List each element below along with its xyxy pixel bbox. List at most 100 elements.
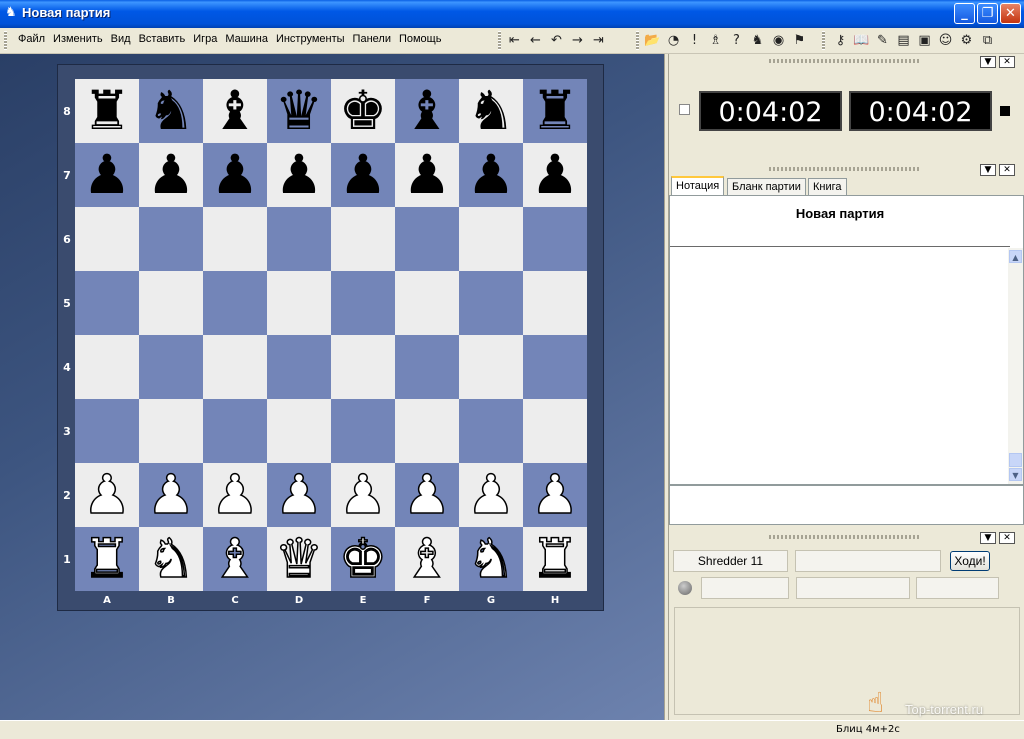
board-square-f5[interactable] bbox=[395, 271, 459, 335]
board-square-f6[interactable] bbox=[395, 207, 459, 271]
move-now-button[interactable]: Ходи! bbox=[950, 551, 990, 571]
toolbar-button-icon[interactable]: ◔ bbox=[663, 31, 684, 50]
toolbar-button-icon[interactable]: → bbox=[567, 31, 588, 50]
board-square-b6[interactable] bbox=[139, 207, 203, 271]
menu-item[interactable]: Помощь bbox=[395, 33, 446, 45]
board-square-f4[interactable] bbox=[395, 335, 459, 399]
board-square-e3[interactable] bbox=[331, 399, 395, 463]
board-square-b3[interactable] bbox=[139, 399, 203, 463]
chess-piece[interactable]: ♛ bbox=[267, 526, 331, 591]
panel-close-button[interactable]: ✕ bbox=[999, 56, 1015, 68]
toolbar-button-icon[interactable]: ♞ bbox=[747, 31, 768, 50]
chess-piece[interactable]: ♟ bbox=[459, 462, 523, 527]
chess-piece[interactable]: ♞ bbox=[459, 526, 523, 591]
close-button[interactable]: ✕ bbox=[1000, 3, 1021, 24]
scroll-thumb[interactable] bbox=[1009, 453, 1022, 467]
tab-notation[interactable]: Нотация bbox=[671, 176, 725, 195]
toolbar-button-icon[interactable]: ⚙ bbox=[956, 31, 977, 50]
panel-grip[interactable] bbox=[769, 167, 919, 171]
board-square-b5[interactable] bbox=[139, 271, 203, 335]
scroll-up-icon[interactable]: ▲ bbox=[1009, 250, 1022, 263]
chess-piece[interactable]: ♟ bbox=[331, 462, 395, 527]
menu-item[interactable]: Инструменты bbox=[272, 33, 349, 45]
chess-piece[interactable]: ♚ bbox=[331, 79, 395, 143]
chess-piece[interactable]: ♞ bbox=[139, 79, 203, 143]
board-square-h6[interactable] bbox=[523, 207, 587, 271]
toolbar-button-icon[interactable]: ← bbox=[525, 31, 546, 50]
board-square-g4[interactable] bbox=[459, 335, 523, 399]
panel-close-button[interactable]: ✕ bbox=[999, 532, 1015, 544]
toolbar-button-icon[interactable]: ! bbox=[684, 31, 705, 50]
toolbar-grip[interactable] bbox=[822, 31, 825, 50]
menu-item[interactable]: Файл bbox=[14, 33, 49, 45]
chess-piece[interactable]: ♟ bbox=[139, 462, 203, 527]
board-square-c3[interactable] bbox=[203, 399, 267, 463]
toolbar-grip[interactable] bbox=[4, 31, 7, 50]
chess-piece[interactable]: ♝ bbox=[395, 79, 459, 143]
chess-piece[interactable]: ♟ bbox=[395, 143, 459, 207]
tab-game-form[interactable]: Бланк партии bbox=[727, 178, 806, 195]
notation-scrollbar[interactable]: ▲ ▼ bbox=[1008, 248, 1023, 484]
toolbar-button-icon[interactable]: ▤ bbox=[893, 31, 914, 50]
board-square-f3[interactable] bbox=[395, 399, 459, 463]
panel-grip[interactable] bbox=[769, 535, 919, 539]
board-square-c6[interactable] bbox=[203, 207, 267, 271]
notation-pane[interactable]: Новая партия ▲ ▼ bbox=[669, 195, 1024, 485]
comment-field[interactable] bbox=[669, 485, 1024, 525]
chess-piece[interactable]: ♟ bbox=[203, 143, 267, 207]
board-square-g3[interactable] bbox=[459, 399, 523, 463]
minimize-button[interactable]: _ bbox=[954, 3, 975, 24]
chess-piece[interactable]: ♟ bbox=[267, 143, 331, 207]
panel-dropdown-button[interactable]: ▼ bbox=[980, 56, 996, 68]
toolbar-button-icon[interactable]: ✎ bbox=[872, 31, 893, 50]
panel-dropdown-button[interactable]: ▼ bbox=[980, 164, 996, 176]
board-square-d3[interactable] bbox=[267, 399, 331, 463]
board-square-d4[interactable] bbox=[267, 335, 331, 399]
menu-item[interactable]: Панели bbox=[349, 33, 395, 45]
board-square-a6[interactable] bbox=[75, 207, 139, 271]
board-square-d5[interactable] bbox=[267, 271, 331, 335]
toolbar-button-icon[interactable]: ↶ bbox=[546, 31, 567, 50]
board-square-b4[interactable] bbox=[139, 335, 203, 399]
board-square-a3[interactable] bbox=[75, 399, 139, 463]
menu-item[interactable]: Изменить bbox=[49, 33, 107, 45]
chess-piece[interactable]: ♚ bbox=[331, 526, 395, 591]
board-square-e6[interactable] bbox=[331, 207, 395, 271]
chess-piece[interactable]: ♟ bbox=[331, 143, 395, 207]
toolbar-grip[interactable] bbox=[636, 31, 639, 50]
toolbar-button-icon[interactable]: ⇥ bbox=[588, 31, 609, 50]
toolbar-button-icon[interactable]: ⇤ bbox=[504, 31, 525, 50]
chess-piece[interactable]: ♟ bbox=[75, 143, 139, 207]
scroll-down-icon[interactable]: ▼ bbox=[1009, 468, 1022, 481]
toolbar-button-icon[interactable]: 📖 bbox=[851, 31, 872, 50]
chess-piece[interactable]: ♟ bbox=[459, 143, 523, 207]
chess-piece[interactable]: ♞ bbox=[459, 79, 523, 143]
board-square-c4[interactable] bbox=[203, 335, 267, 399]
chess-piece[interactable]: ♟ bbox=[523, 143, 587, 207]
board-square-c5[interactable] bbox=[203, 271, 267, 335]
maximize-button[interactable]: ❐ bbox=[977, 3, 998, 24]
toolbar-button-icon[interactable]: ▣ bbox=[914, 31, 935, 50]
chess-piece[interactable]: ♟ bbox=[203, 462, 267, 527]
toolbar-button-icon[interactable]: ♗ bbox=[705, 31, 726, 50]
chess-piece[interactable]: ♟ bbox=[75, 462, 139, 527]
board-square-d6[interactable] bbox=[267, 207, 331, 271]
chess-piece[interactable]: ♝ bbox=[395, 526, 459, 591]
toolbar-button-icon[interactable]: ? bbox=[726, 31, 747, 50]
tab-book[interactable]: Книга bbox=[808, 178, 847, 195]
board-square-h3[interactable] bbox=[523, 399, 587, 463]
chess-piece[interactable]: ♜ bbox=[75, 79, 139, 143]
panel-dropdown-button[interactable]: ▼ bbox=[980, 532, 996, 544]
panel-grip[interactable] bbox=[769, 59, 919, 63]
menu-item[interactable]: Игра bbox=[189, 33, 221, 45]
toolbar-button-icon[interactable]: 📂 bbox=[642, 31, 663, 50]
engine-name[interactable]: Shredder 11 bbox=[673, 550, 788, 572]
chess-board[interactable]: ♜ ♞ ♝ ♛ ♚ ♝ ♞ ♜ ♟ ♟ ♟ ♟ ♟ ♟ ♟ ♟ ♟ ♟ ♟ ♟ ♟ ♟ ♟ ♟ ♜ ♞ ♝ ♛ ♚ ♝ ♞ ♜ bbox=[75, 79, 587, 591]
chess-piece[interactable]: ♛ bbox=[267, 79, 331, 143]
board-square-h4[interactable] bbox=[523, 335, 587, 399]
chess-piece[interactable]: ♟ bbox=[523, 462, 587, 527]
board-square-a5[interactable] bbox=[75, 271, 139, 335]
chess-piece[interactable]: ♝ bbox=[203, 79, 267, 143]
chess-piece[interactable]: ♝ bbox=[203, 526, 267, 591]
menu-item[interactable]: Машина bbox=[221, 33, 272, 45]
